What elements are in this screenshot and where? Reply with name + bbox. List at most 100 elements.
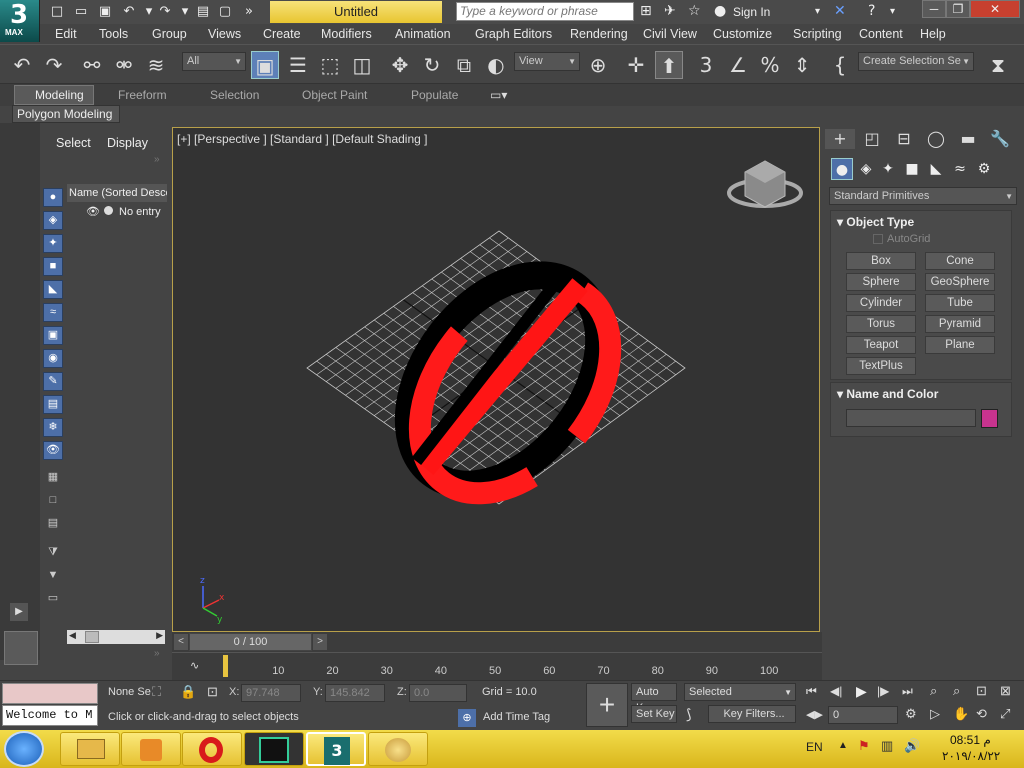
y-coordinate-field[interactable]: 145.842 — [325, 684, 385, 702]
pan-view-icon[interactable]: ✋ — [953, 706, 969, 722]
geometry-filter-icon[interactable]: ● — [43, 188, 63, 207]
link-icon[interactable]: ⚯ — [78, 51, 106, 79]
clock-date[interactable]: ۲۰۱۹/۰۸/۲۲ — [942, 749, 1000, 763]
menu-views[interactable]: Views — [208, 27, 241, 41]
name-column-header[interactable]: Name (Sorted Desce — [67, 184, 167, 202]
snaps-toggle-icon[interactable]: 3 — [692, 51, 720, 79]
next-frame-icon[interactable]: > — [313, 634, 327, 650]
expand-arrow-icon[interactable]: ▶ — [10, 603, 28, 621]
cameras-icon[interactable]: ■ — [901, 158, 923, 180]
scroll-right-icon[interactable]: ▶ — [156, 630, 163, 641]
project-folder-icon[interactable]: ▤ — [194, 3, 212, 20]
taskbar-explorer-icon[interactable] — [60, 732, 120, 766]
helpers-icon[interactable]: ◣ — [925, 158, 947, 180]
select-by-name-icon[interactable]: ☰ — [284, 51, 312, 79]
rectangular-selection-icon[interactable]: ⬚ — [316, 51, 344, 79]
go-to-start-icon[interactable]: ⏮ — [806, 684, 817, 699]
named-selection-sets-dropdown[interactable]: Create Selection Se ▼ — [858, 52, 974, 71]
menu-tools[interactable]: Tools — [99, 27, 128, 41]
menu-civil-view[interactable]: Civil View — [643, 27, 697, 41]
tray-expand-icon[interactable]: ▲ — [838, 740, 848, 751]
tab-selection[interactable]: Selection — [210, 88, 259, 102]
auto-key-button[interactable]: Auto Key — [631, 683, 677, 714]
maximize-viewport-icon[interactable]: ⤢ — [1000, 706, 1010, 722]
display-all-icon[interactable]: ▦ — [43, 469, 63, 488]
help-icon[interactable]: ? — [868, 3, 875, 19]
cylinder-button[interactable]: Cylinder — [846, 294, 916, 312]
sphere-button[interactable]: Sphere — [846, 273, 916, 291]
key-tangent-icon[interactable]: ⟆ — [686, 706, 691, 723]
restore-button[interactable]: ❐ — [946, 0, 970, 18]
sign-in-dropdown-icon[interactable]: ▾ — [815, 6, 820, 17]
add-time-tag-label[interactable]: Add Time Tag — [483, 711, 550, 723]
textplus-button[interactable]: TextPlus — [846, 357, 916, 375]
name-and-color-title[interactable]: ▾ Name and Color — [837, 387, 938, 401]
tab-object-paint[interactable]: Object Paint — [302, 88, 367, 102]
filter-icon[interactable]: ▼ — [43, 567, 63, 586]
field-of-view-icon[interactable]: ▷ — [930, 706, 940, 722]
helpers-filter-icon[interactable]: ◣ — [43, 280, 63, 299]
tube-button[interactable]: Tube — [925, 294, 995, 312]
geosphere-button[interactable]: GeoSphere — [925, 273, 995, 291]
previous-frame-icon[interactable]: < — [174, 634, 188, 650]
taskbar-app-icon[interactable] — [244, 732, 304, 766]
tab-freeform[interactable]: Freeform — [118, 88, 167, 102]
teapot-button[interactable]: Teapot — [846, 336, 916, 354]
category-dropdown[interactable]: Standard Primitives ▼ — [829, 187, 1017, 205]
collapse-icon[interactable]: » — [154, 648, 160, 659]
unlink-icon[interactable]: ⚮ — [110, 51, 138, 79]
zoom-extents-all-icon[interactable]: ⊠ — [1000, 683, 1011, 699]
hierarchy-tab-icon[interactable]: ⊟ — [889, 129, 919, 149]
taskbar-3dsmax-icon[interactable]: 3 — [306, 732, 366, 766]
zoom-extents-icon[interactable]: ⊡ — [976, 683, 987, 699]
ribbon-options-icon[interactable]: ▭▾ — [490, 88, 507, 102]
cone-button[interactable]: Cone — [925, 252, 995, 270]
shapes-filter-icon[interactable]: ◈ — [43, 211, 63, 230]
close-button[interactable]: ✕ — [970, 0, 1020, 18]
edit-named-selection-icon[interactable]: { — [826, 51, 854, 79]
user-icon[interactable]: ● — [714, 3, 726, 19]
invert-display-icon[interactable]: ▤ — [43, 515, 63, 534]
reference-coordinate-dropdown[interactable]: View ▼ — [514, 52, 580, 71]
menu-content[interactable]: Content — [859, 27, 903, 41]
menu-graph-editors[interactable]: Graph Editors — [475, 27, 552, 41]
bind-space-warp-icon[interactable]: ≋ — [142, 51, 170, 79]
help-dropdown-icon[interactable]: ▾ — [890, 6, 895, 17]
tab-select[interactable]: Select — [56, 136, 91, 150]
app-logo[interactable]: 3 MAX — [0, 0, 40, 42]
volume-icon[interactable]: 🔊 — [904, 738, 920, 754]
menu-edit[interactable]: Edit — [55, 27, 77, 41]
tab-modeling[interactable]: Modeling — [35, 88, 84, 102]
key-mode-dropdown[interactable]: Selected ▼ — [684, 683, 796, 701]
keyboard-shortcut-override-icon[interactable]: ⬆ — [655, 51, 683, 79]
absolute-mode-icon[interactable]: ⊡ — [207, 684, 218, 700]
filter-options-icon[interactable]: ⧩ — [43, 544, 63, 563]
display-none-icon[interactable]: □ — [43, 492, 63, 511]
object-name-input[interactable] — [846, 409, 976, 427]
orbit-icon[interactable]: ⟲ — [976, 706, 987, 722]
x-coordinate-field[interactable]: 97.748 — [241, 684, 301, 702]
select-object-icon[interactable]: ▣ — [251, 51, 279, 79]
lights-filter-icon[interactable]: ✦ — [43, 234, 63, 253]
visibility-eye-icon[interactable]: 👁 — [86, 205, 100, 218]
redo-icon[interactable]: ↷ — [156, 3, 174, 20]
z-coordinate-field[interactable]: 0.0 — [409, 684, 467, 702]
mirror-icon[interactable]: ⧗ — [984, 51, 1012, 79]
language-indicator[interactable]: EN — [806, 740, 823, 754]
time-tag-icon[interactable]: ⊕ — [458, 709, 476, 727]
search-input[interactable]: Type a keyword or phrase — [456, 2, 634, 21]
maxscript-mini-listener[interactable]: Welcome to M — [2, 705, 98, 726]
viewport-layout-icon[interactable] — [4, 631, 38, 665]
cameras-filter-icon[interactable]: ■ — [43, 257, 63, 276]
box-button[interactable]: Box — [846, 252, 916, 270]
selection-lock-icon[interactable]: 🔒 — [180, 684, 196, 700]
new-file-icon[interactable]: □ — [48, 3, 66, 20]
communication-center-icon[interactable]: ✈ — [664, 3, 676, 19]
expand-icon[interactable]: » — [154, 154, 160, 165]
open-file-icon[interactable]: ▭ — [72, 3, 90, 20]
time-slider[interactable]: 0 / 100 — [189, 633, 312, 651]
minimize-button[interactable]: ─ — [922, 0, 946, 18]
geometry-icon[interactable]: ● — [831, 158, 853, 180]
binoculars-icon[interactable]: ⊞ — [640, 3, 652, 19]
rotate-icon[interactable]: ↻ — [418, 51, 446, 79]
